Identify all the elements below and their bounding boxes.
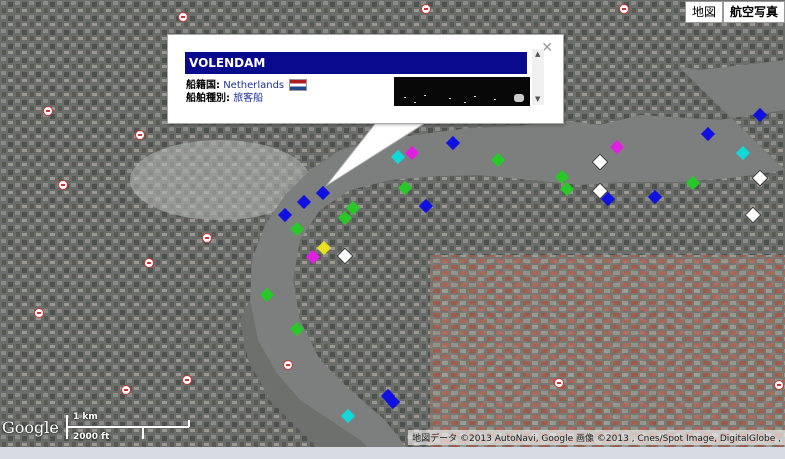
poi-marker[interactable] (421, 4, 431, 14)
satellite-button[interactable]: 航空写真 (722, 1, 785, 23)
netherlands-flag-icon (289, 79, 308, 91)
poi-marker[interactable] (182, 375, 192, 385)
popup-scrollbar[interactable]: ▲ ▼ (532, 49, 544, 105)
poi-marker[interactable] (121, 385, 131, 395)
vessel-photo[interactable] (394, 77, 530, 106)
map-type-control: 地図 航空写真 (684, 1, 785, 23)
poi-marker[interactable] (135, 130, 145, 140)
satellite-map[interactable]: VOLENDAM ✕ 船籍国: Netherlands 船舶種別: 旅客船 ▲ … (0, 0, 785, 459)
flag-label: 船籍国: (186, 80, 220, 91)
scale-km-label: 1 km (73, 412, 98, 422)
scroll-up-icon[interactable]: ▲ (535, 50, 540, 58)
vessel-name: VOLENDAM (185, 52, 527, 74)
scroll-down-icon[interactable]: ▼ (535, 95, 540, 103)
poi-marker[interactable] (202, 233, 212, 243)
type-label: 船舶種別: (186, 93, 230, 104)
poi-marker[interactable] (144, 258, 154, 268)
flag-row: 船籍国: Netherlands (186, 79, 308, 92)
poi-marker[interactable] (619, 4, 629, 14)
type-row: 船舶種別: 旅客船 (186, 93, 263, 105)
poi-marker[interactable] (774, 380, 784, 390)
scale-ft-label: 2000 ft (73, 432, 110, 442)
poi-marker[interactable] (554, 378, 564, 388)
poi-marker[interactable] (58, 180, 68, 190)
poi-marker[interactable] (178, 12, 188, 22)
vessel-info-popup: VOLENDAM ✕ 船籍国: Netherlands 船舶種別: 旅客船 ▲ … (167, 34, 564, 124)
flag-value: Netherlands (223, 80, 285, 91)
poi-marker[interactable] (34, 308, 44, 318)
scale-bar: 1 km 2000 ft (65, 412, 195, 442)
map-attribution: 地図データ ©2013 AutoNavi, Google 画像 ©2013 , … (408, 430, 785, 445)
poi-marker[interactable] (43, 106, 53, 116)
map-button[interactable]: 地図 (684, 1, 723, 23)
poi-marker[interactable] (283, 360, 293, 370)
google-logo[interactable]: Google (2, 418, 59, 437)
taskbar-strip (0, 447, 785, 459)
type-value: 旅客船 (233, 93, 264, 104)
